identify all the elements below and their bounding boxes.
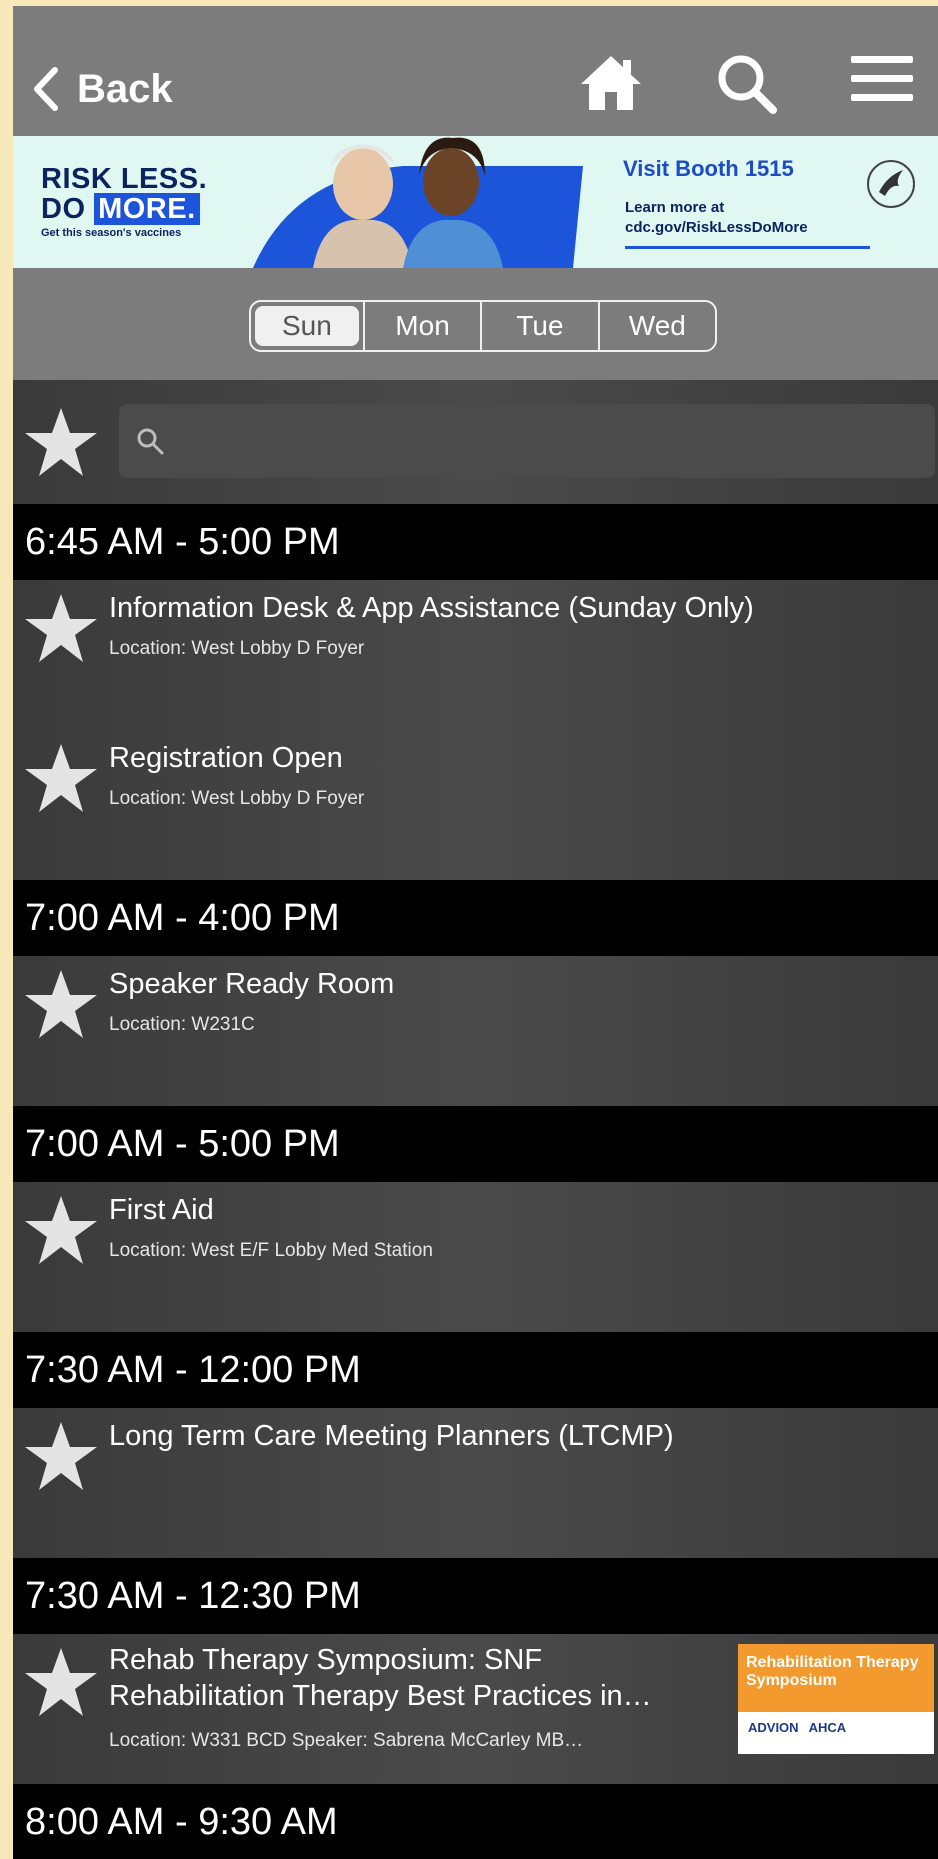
search-icon xyxy=(137,428,164,455)
favorite-star-icon[interactable] xyxy=(23,1194,99,1266)
banner-tagline: Get this season's vaccines xyxy=(41,227,182,239)
search-icon[interactable] xyxy=(715,52,779,116)
list-item[interactable]: Information Desk & App Assistance (Sunda… xyxy=(13,580,938,730)
top-nav-bar: Back xyxy=(13,6,938,136)
session-location: Location: W231C xyxy=(109,1014,255,1035)
banner-learn-more: Learn more at cdc.gov/RiskLessDoMore xyxy=(625,199,808,236)
list-item[interactable]: First Aid Location: West E/F Lobby Med S… xyxy=(13,1182,938,1332)
sponsor-banner[interactable]: RISK LESS. DO MORE. Get this season's va… xyxy=(13,136,938,268)
app-frame: Back RISK LESS. DO MORE. Get this season… xyxy=(13,6,938,1859)
tab-sun[interactable]: Sun xyxy=(255,306,359,346)
favorite-star-icon[interactable] xyxy=(23,968,99,1040)
favorite-star-icon[interactable] xyxy=(23,742,99,814)
favorite-star-icon[interactable] xyxy=(23,592,99,664)
favorites-filter-star-icon[interactable] xyxy=(23,406,99,478)
hhs-eagle-logo-icon xyxy=(867,160,915,208)
time-header: 7:00 AM - 5:00 PM xyxy=(13,1106,938,1182)
thumbnail-title: Rehabilitation Therapy Symposium xyxy=(738,1644,934,1712)
session-title: Long Term Care Meeting Planners (LTCMP) xyxy=(109,1420,674,1452)
filter-row xyxy=(13,380,938,504)
thumbnail-logos: ADVION AHCA xyxy=(748,1720,847,1735)
list-item[interactable]: Speaker Ready Room Location: W231C xyxy=(13,956,938,1106)
time-header: 7:30 AM - 12:00 PM xyxy=(13,1332,938,1408)
session-location: Location: West E/F Lobby Med Station xyxy=(109,1240,433,1261)
back-label: Back xyxy=(77,66,173,111)
time-header: 8:00 AM - 9:30 AM xyxy=(13,1784,938,1859)
session-title: Information Desk & App Assistance (Sunda… xyxy=(109,592,754,624)
session-search-input[interactable] xyxy=(119,404,935,478)
list-item[interactable]: Registration Open Location: West Lobby D… xyxy=(13,730,938,880)
menu-icon[interactable] xyxy=(851,52,913,106)
time-header: 6:45 AM - 5:00 PM xyxy=(13,504,938,580)
banner-photo xyxy=(253,137,583,268)
session-location: Location: W331 BCD Speaker: Sabrena McCa… xyxy=(109,1730,584,1751)
home-icon[interactable] xyxy=(579,52,643,114)
back-button[interactable]: Back xyxy=(33,54,173,124)
time-header: 7:00 AM - 4:00 PM xyxy=(13,880,938,956)
session-title: Speaker Ready Room xyxy=(109,968,395,1000)
list-item[interactable]: Rehab Therapy Symposium: SNF Rehabilitat… xyxy=(13,1634,938,1784)
day-selector-bar: Sun Mon Tue Wed xyxy=(13,268,938,380)
session-title: Registration Open xyxy=(109,742,343,774)
tab-tue[interactable]: Tue xyxy=(480,302,597,350)
favorite-star-icon[interactable] xyxy=(23,1646,99,1718)
tab-wed[interactable]: Wed xyxy=(597,302,715,350)
banner-underline xyxy=(625,246,870,249)
list-item[interactable]: Long Term Care Meeting Planners (LTCMP) xyxy=(13,1408,938,1558)
session-thumbnail: Rehabilitation Therapy Symposium ADVION … xyxy=(738,1644,934,1754)
banner-headline: RISK LESS. DO MORE. Get this season's va… xyxy=(41,163,208,239)
schedule-list: 6:45 AM - 5:00 PM Information Desk & App… xyxy=(13,380,938,1859)
day-segmented-control: Sun Mon Tue Wed xyxy=(249,300,717,352)
chevron-left-icon xyxy=(34,67,58,111)
session-location: Location: West Lobby D Foyer xyxy=(109,638,365,659)
session-title: First Aid xyxy=(109,1194,214,1226)
time-header: 7:30 AM - 12:30 PM xyxy=(13,1558,938,1634)
session-location: Location: West Lobby D Foyer xyxy=(109,788,365,809)
banner-booth: Visit Booth 1515 xyxy=(623,156,794,181)
session-title: Rehab Therapy Symposium: SNF Rehabilitat… xyxy=(109,1644,652,1712)
tab-mon[interactable]: Mon xyxy=(362,302,480,350)
favorite-star-icon[interactable] xyxy=(23,1420,99,1492)
